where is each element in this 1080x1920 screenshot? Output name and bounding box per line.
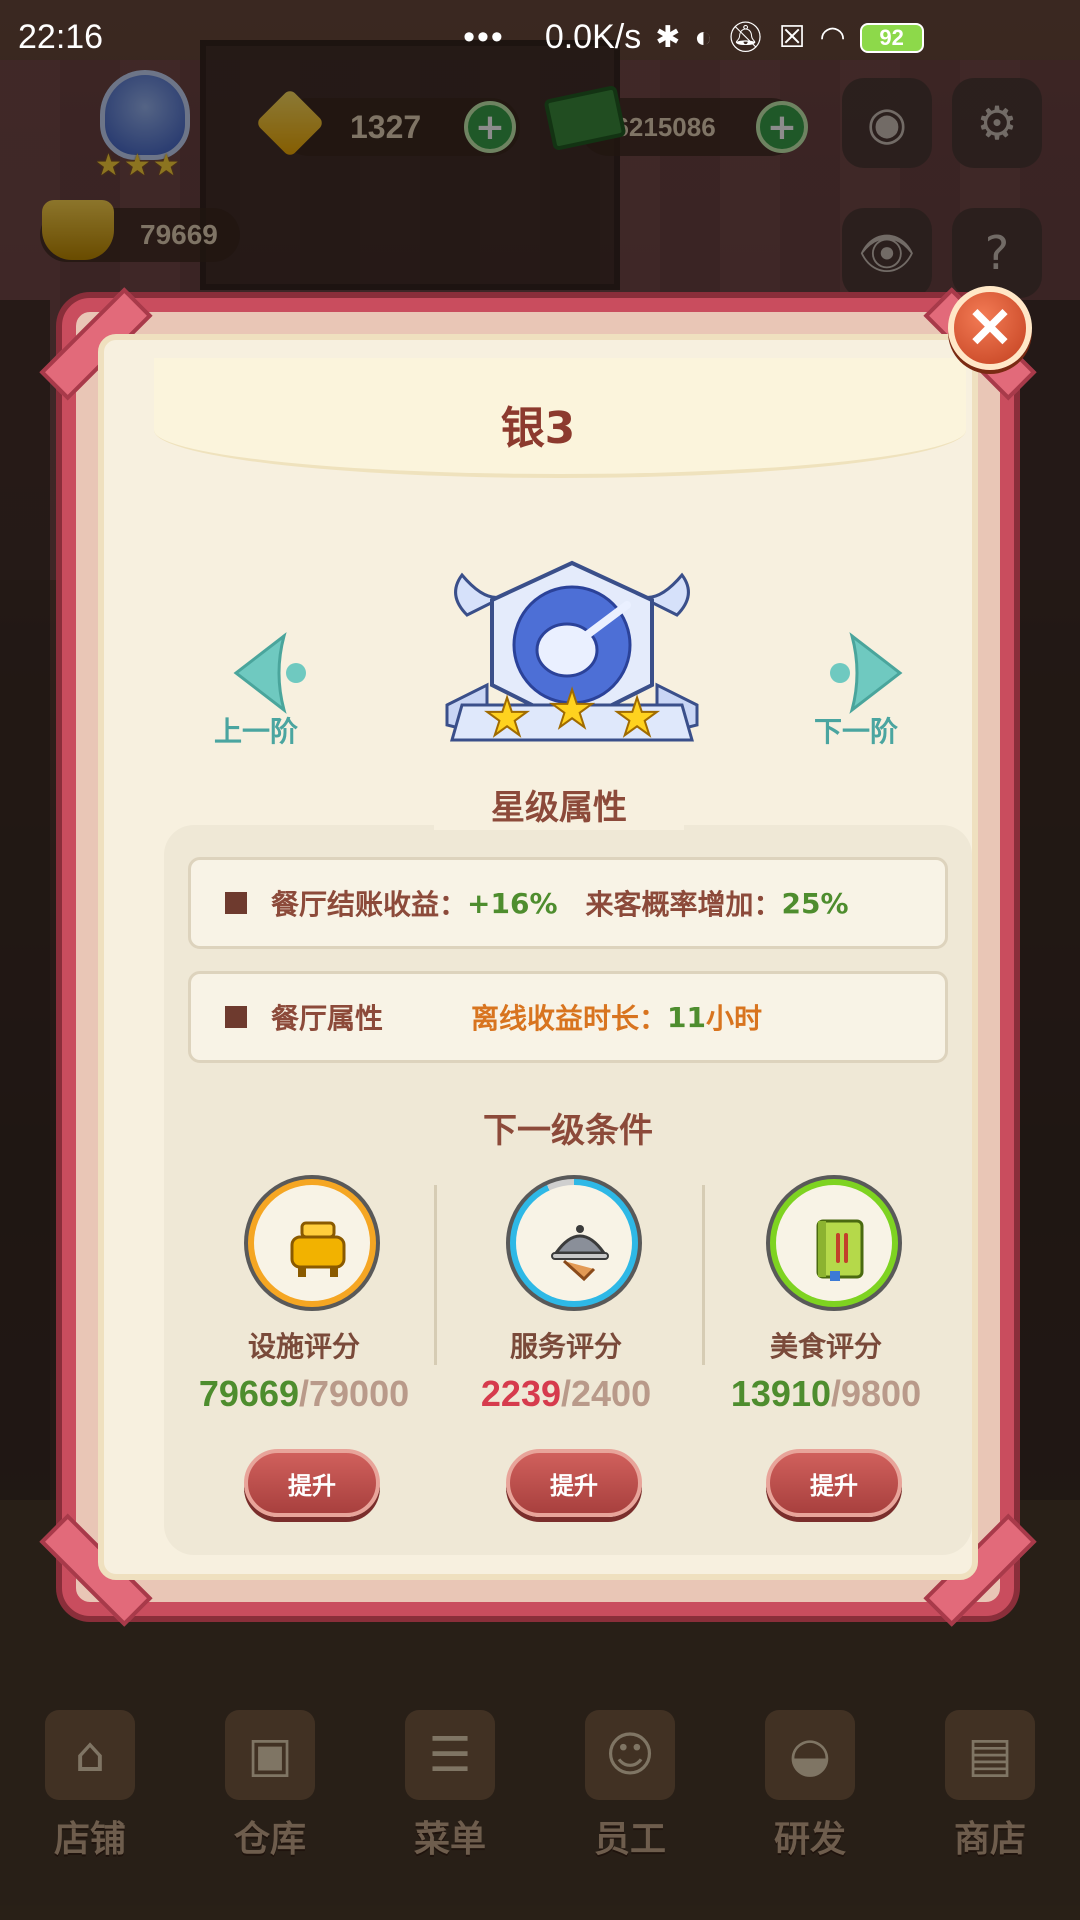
customer-rate-label: 来客概率增加： — [585, 888, 782, 921]
star-attributes-tab: 星级属性 — [434, 760, 684, 830]
next-rank-arrow-icon[interactable] — [822, 628, 912, 718]
wifi-icon: ◠ — [819, 21, 846, 54]
progress-ring — [244, 1175, 380, 1311]
attribute-row-income: 餐厅结账收益： +16% 来客概率增加： 25% — [188, 857, 948, 949]
recipe-book-icon — [804, 1213, 876, 1285]
toggle-icon: ◐ — [694, 20, 713, 54]
clock: 22:16 — [18, 18, 104, 56]
progress-ring — [506, 1175, 642, 1311]
serving-cloche-icon — [544, 1213, 616, 1285]
bullet-square — [225, 1006, 247, 1028]
previous-rank-arrow-icon[interactable] — [224, 628, 314, 718]
svg-text:★: ★ — [484, 688, 531, 748]
progress-ring — [766, 1175, 902, 1311]
rank-detail-modal: 银3 上一阶 下一阶 ★ ★ ★ 餐厅结账收益： +16% 来客概率增加： 25… — [39, 287, 1037, 1627]
svg-text:★: ★ — [614, 688, 661, 748]
bluetooth-icon: ✱ — [655, 21, 681, 54]
divider — [702, 1185, 705, 1365]
bullet-square — [225, 892, 247, 914]
upgrade-facility-button[interactable]: 提升 — [244, 1449, 380, 1517]
upgrade-food-button[interactable]: 提升 — [766, 1449, 902, 1517]
checkout-income-label: 餐厅结账收益： — [271, 888, 468, 921]
more-dots: ••• — [463, 18, 505, 56]
network-speed: 0.0K/s — [544, 18, 642, 56]
service-score-progress: 2239/2400 — [480, 1373, 652, 1414]
battery-indicator: 92 — [859, 22, 924, 53]
next-level-conditions-title: 下一级条件 — [483, 1111, 653, 1151]
star-attributes-title: 星级属性 — [491, 788, 627, 828]
facility-score-label: 设施评分 — [247, 1330, 360, 1363]
previous-rank-label[interactable]: 上一阶 — [214, 710, 298, 750]
divider — [434, 1185, 437, 1365]
silver-rank-badge-icon: ★ ★ ★ — [445, 560, 699, 749]
rank-title: 银3 — [500, 403, 576, 454]
svg-text:★: ★ — [549, 680, 596, 740]
close-button[interactable]: ✕ — [948, 286, 1032, 370]
offline-income-unit: 小时 — [706, 1002, 763, 1035]
requirement-facility: 设施评分 79669/79000 提升 — [194, 1175, 414, 1535]
food-score-progress: 13910/9800 — [730, 1373, 922, 1414]
service-score-label: 服务评分 — [509, 1330, 622, 1363]
next-rank-label[interactable]: 下一阶 — [814, 710, 898, 750]
requirement-food: 美食评分 13910/9800 提升 — [716, 1175, 936, 1535]
attribute-row-offline: 餐厅属性 离线收益时长： 11 小时 — [188, 971, 948, 1063]
sim-icon: ☒ — [778, 21, 806, 54]
customer-rate-value: 25% — [781, 886, 849, 920]
golden-pot-icon — [282, 1213, 354, 1285]
attributes-panel: 餐厅结账收益： +16% 来客概率增加： 25% 餐厅属性 离线收益时长： 11… — [164, 825, 972, 1555]
offline-income-value: 11 — [667, 1000, 706, 1034]
offline-income-label: 离线收益时长： — [471, 1002, 668, 1035]
food-score-label: 美食评分 — [769, 1330, 882, 1363]
facility-score-progress: 79669/79000 — [198, 1373, 410, 1414]
mute-bell-icon: 🔕︎ — [726, 21, 765, 54]
checkout-income-value: +16% — [467, 886, 558, 920]
status-bar: 22:16 ••• 0.0K/s ✱ ◐ 🔕︎ ☒ ◠ 92 — [0, 0, 1080, 75]
requirement-service: 服务评分 2239/2400 提升 — [456, 1175, 676, 1535]
upgrade-service-button[interactable]: 提升 — [506, 1449, 642, 1517]
modal-content: 银3 上一阶 下一阶 ★ ★ ★ 餐厅结账收益： +16% 来客概率增加： 25… — [98, 334, 978, 1580]
restaurant-attr-label: 餐厅属性 — [271, 1002, 384, 1035]
